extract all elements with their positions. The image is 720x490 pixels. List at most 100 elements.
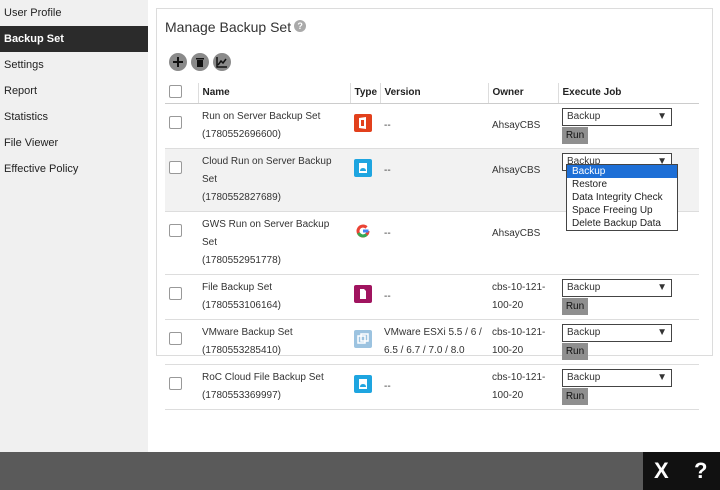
help-icon[interactable]: ?	[694, 452, 707, 490]
cloud-file-icon	[354, 158, 372, 177]
owner-header[interactable]: Owner	[487, 83, 558, 104]
dropdown-option-data-integrity-check[interactable]: Data Integrity Check	[567, 191, 677, 204]
trash-icon[interactable]	[191, 53, 210, 71]
name-cell[interactable]: VMware Backup Set (1780553285410)	[198, 319, 350, 365]
backup-set-table: Name Type Version Owner Execute Job Run …	[165, 83, 699, 410]
backup-set-id: (1780552951778)	[202, 254, 281, 266]
name-cell[interactable]: Cloud Run on Server Backup Set (178055282…	[198, 148, 350, 212]
file-icon	[354, 284, 372, 303]
backup-set-id: (1780553369997)	[202, 389, 281, 401]
execute-job-select[interactable]: Backup ▼	[562, 278, 672, 297]
cloud-file-icon	[354, 374, 372, 393]
type-header[interactable]: Type	[349, 83, 380, 104]
row-checkbox[interactable]	[169, 286, 182, 300]
dropdown-option-delete-backup-data[interactable]: Delete Backup Data	[567, 217, 677, 230]
execute-job-select[interactable]: Backup ▼	[562, 107, 672, 126]
backup-set-id: (1780552696600)	[202, 128, 281, 140]
owner-text: cbs-10-121-	[492, 371, 546, 383]
version-cell: --	[380, 211, 488, 275]
name-header[interactable]: Name	[197, 83, 350, 104]
run-button[interactable]: Run	[562, 126, 588, 144]
name-cell[interactable]: Run on Server Backup Set (1780552696600)	[198, 103, 350, 149]
chart-icon[interactable]	[213, 53, 232, 71]
execute-cell: Backup ▼ Run	[558, 364, 699, 410]
backup-set-name: GWS Run on Server Backup Set	[202, 218, 330, 248]
sidebar: User Profile Backup Set Settings Report …	[0, 0, 148, 452]
sidebar-item-user-profile[interactable]: User Profile	[0, 0, 148, 26]
office365-icon	[354, 113, 372, 132]
table-row: File Backup Set (1780553106164) -- cbs-10…	[165, 274, 699, 320]
select-all-checkbox[interactable]	[169, 84, 182, 98]
select-value: Backup	[567, 326, 601, 338]
owner-text-line2: 100-20	[492, 389, 524, 401]
backup-set-name: RoC Cloud File Backup Set	[202, 371, 324, 383]
version-text: --	[384, 119, 391, 131]
row-checkbox[interactable]	[169, 223, 182, 237]
sidebar-item-effective-policy[interactable]: Effective Policy	[0, 156, 148, 182]
bottom-bar: X ?	[0, 452, 720, 490]
sidebar-item-backup-set[interactable]: Backup Set	[0, 26, 148, 52]
add-icon[interactable]	[169, 53, 187, 71]
chevron-down-icon: ▼	[657, 110, 667, 122]
owner-cell: cbs-10-121- 100-20	[488, 364, 558, 410]
name-cell[interactable]: GWS Run on Server Backup Set (17805529517…	[198, 211, 350, 275]
select-value: Backup	[567, 110, 601, 122]
name-cell[interactable]: RoC Cloud File Backup Set (1780553369997)	[198, 364, 350, 410]
table-row: VMware Backup Set (1780553285410) VMware …	[165, 319, 699, 365]
backup-set-name: Cloud Run on Server Backup Set	[202, 155, 332, 185]
version-header[interactable]: Version	[379, 83, 488, 104]
owner-cell: AhsayCBS	[488, 211, 558, 275]
owner-cell: AhsayCBS	[488, 103, 558, 149]
execute-job-header: Execute Job	[557, 83, 699, 104]
row-checkbox[interactable]	[169, 115, 182, 129]
backup-set-id: (1780553106164)	[202, 299, 281, 311]
sidebar-item-file-viewer[interactable]: File Viewer	[0, 130, 148, 156]
execute-job-select[interactable]: Backup ▼	[562, 368, 672, 387]
sidebar-item-settings[interactable]: Settings	[0, 52, 148, 78]
table-row: Run on Server Backup Set (1780552696600) …	[165, 103, 699, 149]
sidebar-item-report[interactable]: Report	[0, 78, 148, 104]
version-cell: --	[380, 103, 488, 149]
chevron-down-icon: ▼	[657, 326, 667, 338]
owner-text: AhsayCBS	[492, 227, 541, 239]
owner-cell: cbs-10-121- 100-20	[488, 274, 558, 320]
owner-text-line2: 100-20	[492, 299, 524, 311]
run-button[interactable]: Run	[562, 342, 588, 360]
table-row: RoC Cloud File Backup Set (1780553369997)…	[165, 364, 699, 410]
dropdown-option-space-freeing-up[interactable]: Space Freeing Up	[567, 204, 677, 217]
version-text: --	[384, 290, 391, 302]
chevron-down-icon: ▼	[657, 371, 667, 383]
version-text-line2: 6.5 / 6.7 / 7.0 / 8.0	[384, 344, 465, 356]
row-checkbox[interactable]	[169, 331, 182, 345]
select-all-header	[165, 83, 198, 104]
row-checkbox[interactable]	[169, 160, 182, 174]
backup-set-name: VMware Backup Set	[202, 326, 293, 338]
run-button[interactable]: Run	[562, 387, 588, 405]
execute-cell: Backup ▼ Run	[558, 274, 699, 320]
close-icon[interactable]: X	[654, 452, 669, 490]
dropdown-option-backup[interactable]: Backup	[567, 165, 677, 178]
version-cell: --	[380, 148, 488, 212]
version-cell: VMware ESXi 5.5 / 6 / 6.5 / 6.7 / 7.0 / 8…	[380, 319, 488, 365]
row-checkbox[interactable]	[169, 376, 182, 390]
name-cell[interactable]: File Backup Set (1780553106164)	[198, 274, 350, 320]
execute-job-select[interactable]: Backup ▼	[562, 323, 672, 342]
execute-job-dropdown-list: Backup Restore Data Integrity Check Spac…	[566, 164, 678, 231]
backup-set-id: (1780552827689)	[202, 191, 281, 203]
execute-cell: Backup ▼ Run	[558, 319, 699, 365]
select-value: Backup	[567, 371, 601, 383]
help-icon[interactable]: ?	[294, 20, 307, 32]
page-title: Manage Backup Set?	[165, 19, 307, 35]
version-text: --	[384, 164, 391, 176]
page-title-text: Manage Backup Set	[165, 19, 292, 35]
backup-set-name: File Backup Set	[202, 281, 273, 293]
sidebar-item-statistics[interactable]: Statistics	[0, 104, 148, 130]
table-header-row: Name Type Version Owner Execute Job	[165, 83, 699, 104]
version-cell: --	[380, 364, 488, 410]
dropdown-option-restore[interactable]: Restore	[567, 178, 677, 191]
run-button[interactable]: Run	[562, 297, 588, 315]
owner-text: cbs-10-121-	[492, 326, 546, 338]
version-text: --	[384, 380, 391, 392]
toolbar	[169, 53, 232, 71]
owner-text: cbs-10-121-	[492, 281, 546, 293]
